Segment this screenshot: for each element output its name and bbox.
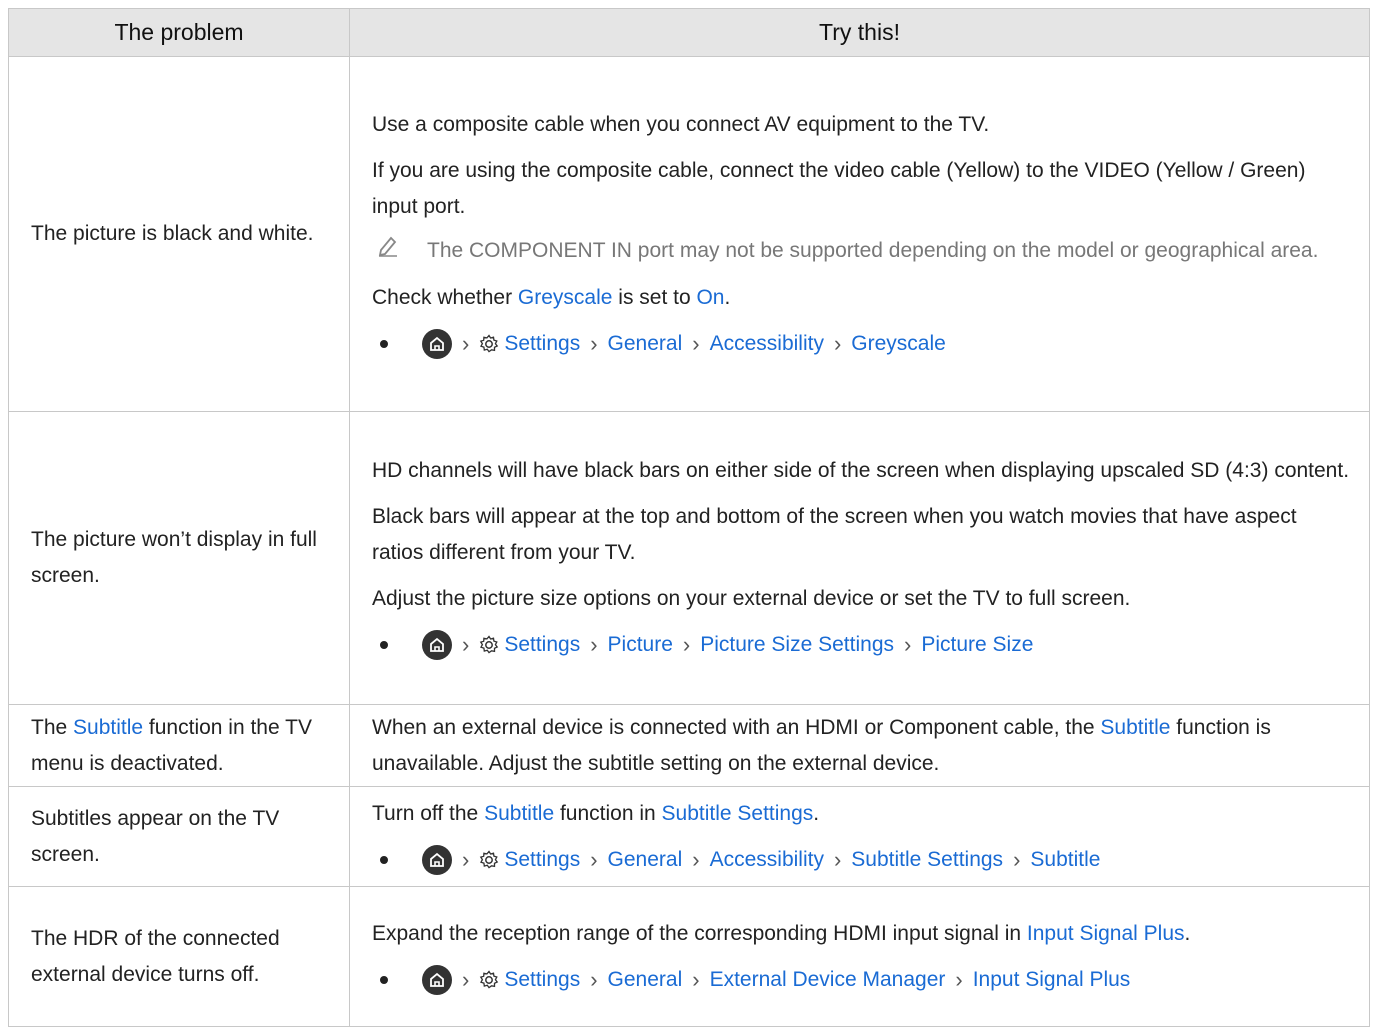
solution-text: If you are using the composite cable, co… [372,158,1306,218]
table-header-row: The problem Try this! [8,8,1370,57]
menu-input-signal-plus[interactable]: Input Signal Plus [973,962,1131,998]
on-link[interactable]: On [696,286,724,309]
menu-general[interactable]: General [608,842,683,878]
gear-icon [479,969,499,990]
table-row: Subtitles appear on the TV screen. Turn … [8,786,1370,887]
menu-accessibility[interactable]: Accessibility [710,326,824,362]
bullet-icon [380,339,388,348]
chevron-right-icon: › [462,966,470,992]
greyscale-link[interactable]: Greyscale [518,286,613,309]
solution-cell: HD channels will have black bars on eith… [349,411,1370,705]
solution-text: Use a composite cable when you connect A… [372,112,990,136]
header-problem: The problem [8,8,350,57]
menu-settings[interactable]: Settings [504,842,580,878]
table-row: The Subtitle function in the TV menu is … [8,704,1370,787]
note-text: The COMPONENT IN port may not be support… [427,238,1319,262]
header-try-this: Try this! [349,8,1370,57]
chevron-right-icon: › [462,846,470,872]
solution-text: Check whether Greyscale is set to On. [372,285,731,309]
problem-cell: The Subtitle function in the TV menu is … [8,704,350,787]
menu-path: › Settings › General › Accessibility › G… [372,326,1353,362]
menu-subtitle-settings[interactable]: Subtitle Settings [851,842,1003,878]
menu-picture[interactable]: Picture [608,627,673,663]
bullet-icon [380,641,388,649]
chevron-right-icon: › [833,846,842,872]
problem-cell: The picture is black and white. [8,56,350,412]
subtitle-link[interactable]: Subtitle [484,802,554,825]
chevron-right-icon: › [682,632,691,657]
chevron-right-icon: › [904,632,912,657]
solution-cell: When an external device is connected wit… [349,704,1370,787]
menu-picture-size-settings[interactable]: Picture Size Settings [700,627,894,663]
solution-text: Adjust the picture size options on your … [372,587,1131,610]
solution-text: Expand the reception range of the corres… [372,921,1191,945]
solution-text: Turn off the Subtitle function in Subtit… [372,801,820,825]
table-row: The picture won’t display in full screen… [8,411,1370,705]
bullet-icon [380,975,388,984]
chevron-right-icon: › [590,846,598,872]
home-icon[interactable] [422,630,452,660]
home-icon[interactable] [422,964,452,995]
problem-cell: The HDR of the connected external device… [8,886,350,1027]
chevron-right-icon: › [462,632,470,657]
menu-subtitle[interactable]: Subtitle [1030,842,1100,878]
note: The COMPONENT IN port may not be support… [372,231,1353,270]
chevron-right-icon: › [692,966,700,992]
solution-cell: Expand the reception range of the corres… [349,886,1370,1027]
input-signal-plus-link[interactable]: Input Signal Plus [1027,922,1185,945]
menu-general[interactable]: General [608,962,683,998]
gear-icon [479,635,499,655]
chevron-right-icon: › [590,966,598,992]
menu-external-device-manager[interactable]: External Device Manager [710,962,946,998]
subtitle-settings-link[interactable]: Subtitle Settings [662,802,814,825]
menu-settings[interactable]: Settings [504,326,580,362]
home-icon[interactable] [422,328,452,359]
pencil-note-icon [372,231,427,270]
chevron-right-icon: › [692,330,700,356]
solution-text: Black bars will appear at the top and bo… [372,505,1297,564]
problem-cell: The picture won’t display in full screen… [8,411,350,705]
table-row: The HDR of the connected external device… [8,886,1370,1027]
menu-path: › Settings › Picture › Picture Size Sett… [372,627,1353,663]
chevron-right-icon: › [590,330,598,356]
chevron-right-icon: › [833,330,842,356]
solution-cell: Use a composite cable when you connect A… [349,56,1370,412]
menu-path: › Settings › General › Accessibility › S… [372,842,1353,878]
chevron-right-icon: › [955,966,963,992]
gear-icon [479,849,499,870]
solution-cell: Turn off the Subtitle function in Subtit… [349,786,1370,887]
solution-text: HD channels will have black bars on eith… [372,459,1350,482]
table-row: The picture is black and white. Use a co… [8,56,1370,412]
menu-path: › Settings › General › External Device M… [372,962,1353,998]
troubleshooting-table: The problem Try this! The picture is bla… [8,8,1370,1027]
menu-picture-size[interactable]: Picture Size [921,627,1033,663]
problem-cell: Subtitles appear on the TV screen. [8,786,350,887]
menu-accessibility[interactable]: Accessibility [710,842,824,878]
menu-general[interactable]: General [608,326,683,362]
home-icon[interactable] [422,844,452,875]
chevron-right-icon: › [590,632,598,657]
chevron-right-icon: › [692,846,700,872]
menu-greyscale[interactable]: Greyscale [851,326,946,362]
menu-settings[interactable]: Settings [504,627,580,663]
gear-icon [479,333,499,354]
chevron-right-icon: › [462,330,470,356]
subtitle-link[interactable]: Subtitle [73,716,143,739]
subtitle-link[interactable]: Subtitle [1100,716,1170,739]
chevron-right-icon: › [1013,846,1021,872]
menu-settings[interactable]: Settings [504,962,580,998]
bullet-icon [380,855,388,864]
